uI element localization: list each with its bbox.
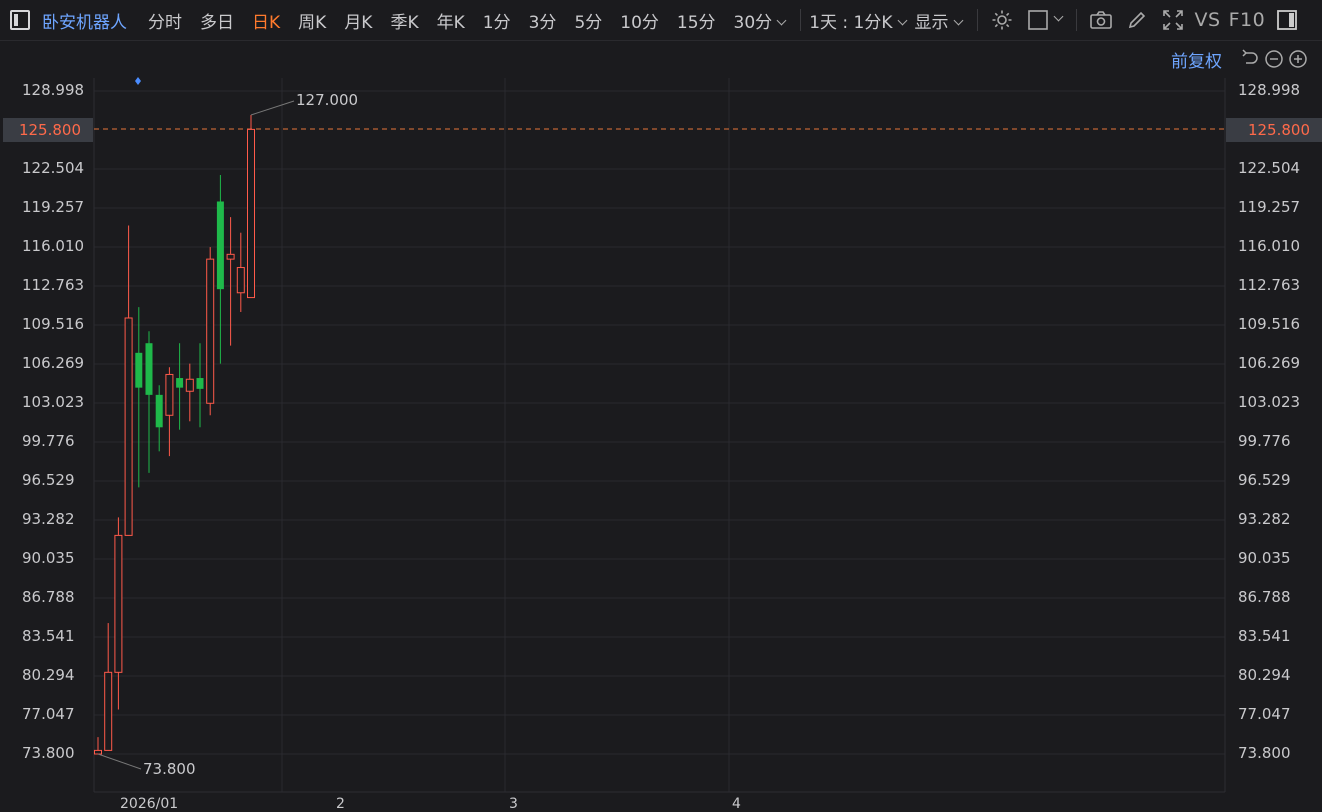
candle-body-down: [135, 352, 143, 388]
price-tick-right: 93.282: [1238, 510, 1291, 528]
candle-body-up: [247, 128, 255, 299]
price-tick-right: 99.776: [1238, 432, 1291, 450]
candle: [226, 217, 235, 346]
price-tick-right: 77.047: [1238, 705, 1291, 723]
price-tick-right: 109.516: [1238, 315, 1301, 333]
price-tick-right: 86.788: [1238, 588, 1291, 606]
candle: [104, 623, 113, 751]
price-tick-left: 99.776: [22, 432, 75, 450]
candle-body-up: [185, 378, 194, 392]
price-tick-left: 109.516: [22, 315, 85, 333]
price-tick-left: 103.023: [22, 393, 85, 411]
current-price-tag-left: 125.800: [3, 118, 93, 142]
candle-body-up: [165, 373, 174, 416]
candle-body-down: [216, 201, 224, 290]
candle-body-up: [236, 267, 245, 294]
min-price-label: 73.800: [143, 760, 196, 778]
current-price-tag-right: 125.800: [1226, 118, 1322, 142]
candle-body-up: [226, 253, 235, 260]
candle: [236, 232, 245, 312]
price-tick-left: 80.294: [22, 666, 75, 684]
max-price-label: 127.000: [296, 91, 359, 109]
max-leader-line: [250, 100, 295, 116]
price-tick-right: 96.529: [1238, 471, 1291, 489]
candle-body-down: [176, 378, 184, 388]
price-tick-right: 106.269: [1238, 354, 1301, 372]
candle: [135, 307, 143, 488]
event-marker-icon: [135, 77, 141, 85]
price-tick-left: 106.269: [22, 354, 85, 372]
candle: [216, 175, 224, 364]
candle: [165, 367, 174, 457]
price-tick-right: 112.763: [1238, 276, 1301, 294]
x-label-jan: 2026/01: [120, 796, 179, 812]
price-tick-left: 83.541: [22, 627, 75, 645]
candle-body-down: [145, 343, 153, 395]
price-tick-right: 122.504: [1238, 159, 1301, 177]
price-tick-right: 90.035: [1238, 549, 1291, 567]
candle: [145, 331, 153, 473]
candle-body-down: [155, 394, 163, 428]
price-tick-left: 93.282: [22, 510, 75, 528]
candlestick-chart[interactable]: [0, 0, 1322, 806]
candle: [114, 517, 123, 710]
price-tick-left: 112.763: [22, 276, 85, 294]
candle: [176, 343, 184, 430]
min-leader-line: [97, 753, 142, 770]
x-label-feb: 2: [336, 796, 345, 812]
candle-body-up: [104, 671, 113, 751]
price-tick-left: 116.010: [22, 237, 85, 255]
x-label-apr: 4: [732, 796, 741, 812]
price-tick-right: 80.294: [1238, 666, 1291, 684]
price-tick-left: 77.047: [22, 705, 75, 723]
candle-body-up: [124, 317, 133, 536]
candle: [185, 363, 194, 422]
price-tick-left: 86.788: [22, 588, 75, 606]
price-tick-left: 128.998: [22, 81, 85, 99]
price-tick-left: 96.529: [22, 471, 75, 489]
price-tick-right: 83.541: [1238, 627, 1291, 645]
price-tick-right: 116.010: [1238, 237, 1301, 255]
price-tick-right: 119.257: [1238, 198, 1301, 216]
candle: [155, 385, 163, 452]
candle: [94, 737, 102, 755]
candle-body-up: [114, 534, 123, 673]
candle: [206, 247, 215, 416]
price-tick-right: 73.800: [1238, 744, 1291, 762]
price-tick-left: 90.035: [22, 549, 75, 567]
candle-body-up: [206, 258, 215, 404]
price-tick-left: 73.800: [22, 744, 75, 762]
price-tick-right: 128.998: [1238, 81, 1301, 99]
price-tick-right: 103.023: [1238, 393, 1301, 411]
candle-body-up: [94, 749, 102, 755]
chart-grid: [93, 77, 1226, 793]
x-label-mar: 3: [509, 796, 518, 812]
candle: [196, 343, 204, 428]
candle: [247, 114, 255, 299]
price-tick-left: 119.257: [22, 198, 85, 216]
candle-body-down: [196, 378, 204, 389]
price-tick-left: 122.504: [22, 159, 85, 177]
candle: [124, 225, 133, 536]
candle-series: [94, 100, 295, 770]
